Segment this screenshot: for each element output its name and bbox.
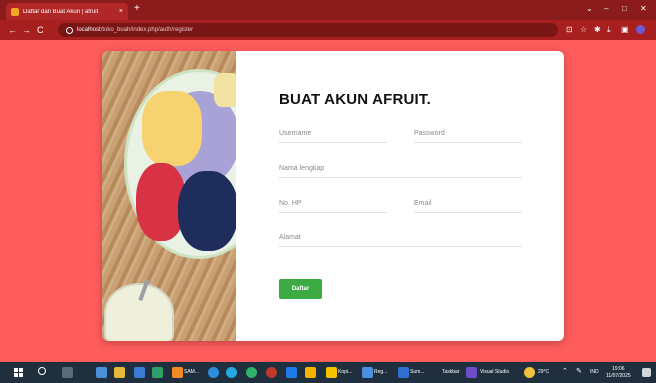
pen-icon[interactable]: ✎ [576,368,582,375]
sum-app-icon[interactable] [398,367,409,378]
url-path: /toko_buah/index.php/auth/register [100,27,194,33]
url-host: localhost [77,27,101,33]
app-icon-5[interactable] [305,367,316,378]
address-field[interactable]: Alamat [279,232,522,247]
search-icon[interactable] [38,367,46,375]
minimize-button[interactable]: – [604,3,608,15]
phone-placeholder: No. HP [279,200,302,207]
file-explorer-icon[interactable] [114,367,125,378]
clock-date: 11/07/2025 [606,373,631,379]
kopi-app-icon[interactable] [326,367,337,378]
forward-button[interactable]: → [22,24,31,36]
phone-field[interactable]: No. HP [279,198,387,213]
tab-close-icon[interactable]: × [119,8,123,15]
taskbar-item-kopi[interactable]: Kopi... [338,369,352,376]
download-icon[interactable]: ⤓ [607,25,611,35]
edge-icon[interactable] [226,367,237,378]
back-button[interactable]: ← [8,24,17,36]
reload-button[interactable]: C [37,24,44,36]
language-indicator[interactable]: IND [590,369,599,376]
app-icon-2[interactable] [208,367,219,378]
full-name-field[interactable]: Nama lengkap [279,163,522,178]
visual-studio-icon[interactable] [466,367,477,378]
app-icon-4[interactable] [286,367,297,378]
taskbar-item-sum[interactable]: Sum... [410,369,424,376]
tab-search-icon[interactable]: ⌄ [586,3,593,15]
register-card: BUAT AKUN AFRUIT. Username Password Nama… [102,51,564,341]
tray-chevron-icon[interactable]: ⌃ [562,368,568,375]
tab-title: Daftar dan Buat Akun | afruit [23,8,99,15]
notification-icon[interactable] [642,368,651,377]
register-button[interactable]: Daftar [279,279,322,299]
form-heading: BUAT AKUN AFRUIT. [279,91,431,108]
tab-favicon-icon [11,7,19,16]
weather-temp[interactable]: 29°C [538,369,549,376]
clock[interactable]: 19:06 11/07/2025 [606,366,631,380]
password-placeholder: Password [414,130,445,137]
install-icon[interactable]: ⊡ [566,25,573,35]
clock-time: 19:06 [612,366,625,372]
taskbar: SAM... Kopi... Reg... Sum... Taskbar Vis… [0,362,656,383]
address-placeholder: Alamat [279,234,301,241]
username-field[interactable]: Username [279,128,387,143]
sidebar-icon[interactable]: ▣ [621,25,629,35]
close-window-button[interactable]: ✕ [640,3,647,15]
profile-icon[interactable] [636,25,645,34]
sam-app-icon[interactable] [172,367,183,378]
task-view-icon[interactable] [62,367,73,378]
browser-tab-bar: Daftar dan Buat Akun | afruit × + ⌄ – □ … [0,0,656,20]
app-icon-3[interactable] [266,367,277,378]
browser-tab[interactable]: Daftar dan Buat Akun | afruit × [6,3,128,20]
weather-icon[interactable] [524,367,535,378]
new-tab-button[interactable]: + [134,3,140,15]
full-name-placeholder: Nama lengkap [279,165,325,172]
taskbar-item-sam[interactable]: SAM... [184,369,199,376]
app-icon[interactable] [152,367,163,378]
register-form: BUAT AKUN AFRUIT. Username Password Nama… [236,51,564,341]
address-bar[interactable]: localhost /toko_buah/index.php/auth/regi… [58,23,558,37]
start-icon[interactable] [14,368,23,377]
reg-app-icon[interactable] [362,367,373,378]
star-icon[interactable]: ☆ [580,25,587,35]
username-placeholder: Username [279,130,312,137]
password-field[interactable]: Password [414,128,522,143]
email-field[interactable]: Email [414,198,522,213]
browser-toolbar: ← → C localhost /toko_buah/index.php/aut… [0,20,656,40]
maximize-button[interactable]: □ [622,3,627,15]
store-icon[interactable] [134,367,145,378]
widgets-icon[interactable] [96,367,107,378]
taskbar-label: Taskbar [442,369,460,375]
extensions-icon[interactable]: ✱ [594,25,601,35]
site-info-icon[interactable] [66,26,73,34]
fruit-bowl-image [102,51,236,341]
email-placeholder: Email [414,200,432,207]
chrome-icon[interactable] [246,367,257,378]
taskbar-item-visual-studio[interactable]: Visual Studio [480,369,509,376]
taskbar-item-reg[interactable]: Reg... [374,369,387,376]
